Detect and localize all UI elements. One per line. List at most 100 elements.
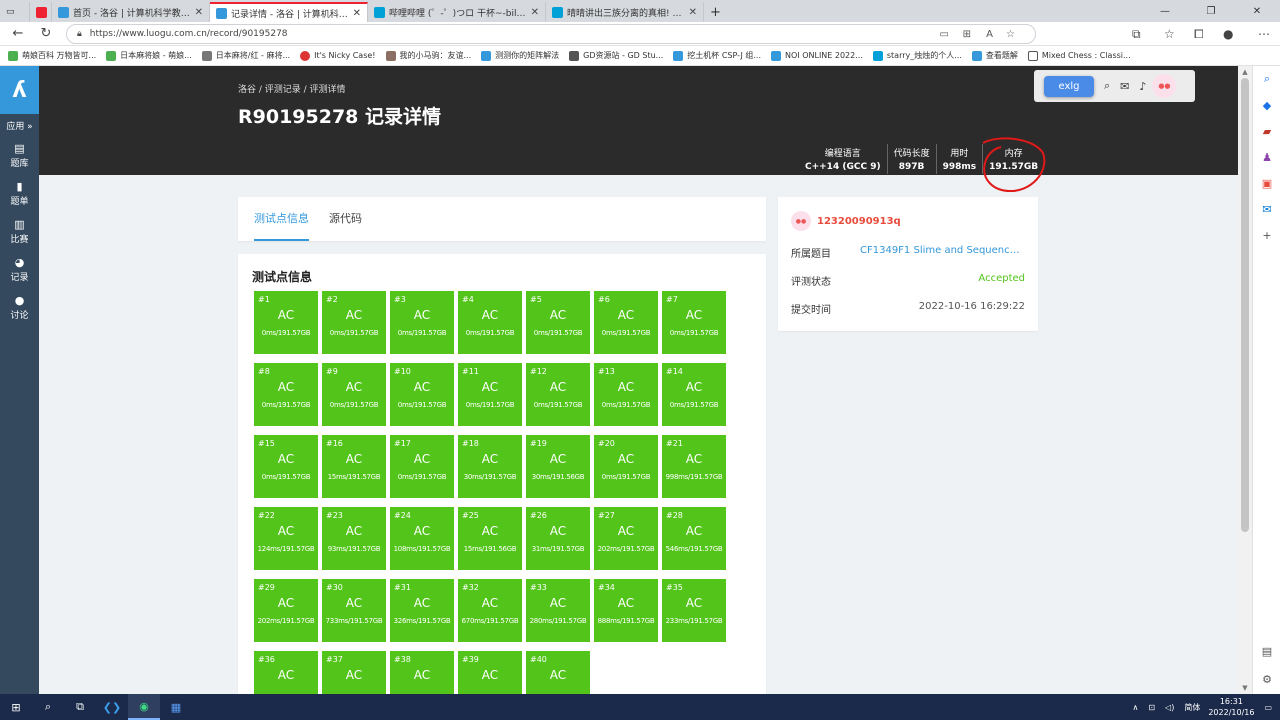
testcase-card[interactable]: #16 AC 15ms/191.57GB <box>322 435 386 498</box>
testcase-card[interactable]: #9 AC 0ms/191.57GB <box>322 363 386 426</box>
bookmark[interactable]: 测测你的矩阵解法 <box>481 50 559 61</box>
testcase-card[interactable]: #21 AC 998ms/191.57GB <box>662 435 726 498</box>
testcase-card[interactable]: #18 AC 30ms/191.57GB <box>458 435 522 498</box>
url-bar[interactable]: 🔒︎ https://www.luogu.com.cn/record/90195… <box>66 24 1036 44</box>
games-icon[interactable]: ♟ <box>1253 144 1280 170</box>
avatar[interactable]: ●● <box>1152 74 1177 98</box>
refresh-icon[interactable]: ↻ <box>32 26 60 41</box>
bookmark[interactable]: 日本麻将娘 - 萌娘... <box>106 50 192 61</box>
bookmark[interactable]: 日本麻将/红 - 麻将... <box>201 50 290 61</box>
testcase-card[interactable]: #6 AC 0ms/191.57GB <box>594 291 658 354</box>
testcase-card[interactable]: #26 AC 31ms/191.57GB <box>526 507 590 570</box>
testcase-card[interactable]: #4 AC 0ms/191.57GB <box>458 291 522 354</box>
bookmark[interactable]: GD资源站 - GD Stu... <box>569 50 663 61</box>
testcase-card[interactable]: #5 AC 0ms/191.57GB <box>526 291 590 354</box>
sidebar-toggle-icon[interactable]: ▤ <box>1253 638 1280 664</box>
sidebar-item-apps[interactable]: 应用 » <box>0 114 39 136</box>
browser-tab[interactable]: 哔哩哔哩 (゜-゜)つロ 干杯~-bilibili ✕ <box>368 2 546 22</box>
close-icon[interactable]: ✕ <box>531 7 539 18</box>
app-install-icon[interactable]: ▭ <box>940 29 949 40</box>
outlook-icon[interactable]: ✉ <box>1253 196 1280 222</box>
testcase-card[interactable]: #10 AC 0ms/191.57GB <box>390 363 454 426</box>
bookmark[interactable]: 萌娘百科 万物皆可... <box>8 50 96 61</box>
testcase-card[interactable]: #27 AC 202ms/191.57GB <box>594 507 658 570</box>
more-icon[interactable]: ⋯ <box>1258 22 1270 46</box>
testcase-card[interactable]: #32 AC 670ms/191.57GB <box>458 579 522 642</box>
testcase-card[interactable]: #20 AC 0ms/191.57GB <box>594 435 658 498</box>
favorite-icon[interactable]: ☆ <box>1006 29 1015 40</box>
minimize-icon[interactable]: — <box>1142 6 1188 17</box>
testcase-card[interactable]: #36 AC <box>254 651 318 694</box>
testcase-card[interactable]: #22 AC 124ms/191.57GB <box>254 507 318 570</box>
testcase-card[interactable]: #12 AC 0ms/191.57GB <box>526 363 590 426</box>
testcase-card[interactable]: #25 AC 15ms/191.56GB <box>458 507 522 570</box>
username-link[interactable]: 12320090913q <box>817 216 901 227</box>
testcase-card[interactable]: #30 AC 733ms/191.57GB <box>322 579 386 642</box>
add-icon[interactable]: + <box>1253 222 1280 248</box>
testcase-card[interactable]: #37 AC <box>322 651 386 694</box>
bookmark[interactable]: 查看题解 <box>971 50 1018 61</box>
close-icon[interactable]: ✕ <box>353 8 361 19</box>
scroll-down-icon[interactable]: ▼ <box>1238 684 1252 692</box>
bell-icon[interactable]: ♪ <box>1139 80 1146 93</box>
testcase-card[interactable]: #38 AC <box>390 651 454 694</box>
bookmark[interactable]: 我的小马驹：友谊... <box>385 50 471 61</box>
edge-icon[interactable]: ◉ <box>128 694 160 720</box>
bookmark[interactable]: starry_烛烛的个人... <box>872 50 962 61</box>
browser-tab[interactable]: 首页 - 洛谷 | 计算机科学教育新生态✕ <box>52 2 210 22</box>
read-aloud-icon[interactable]: A <box>986 29 993 40</box>
ime-indicator[interactable]: 简体 <box>1184 702 1200 713</box>
extensions-icon[interactable]: ⧉ <box>1132 22 1141 46</box>
testcase-card[interactable]: #34 AC 888ms/191.57GB <box>594 579 658 642</box>
close-icon[interactable]: ✕ <box>195 7 203 18</box>
exlg-button[interactable]: exlg <box>1044 75 1094 97</box>
problem-link[interactable]: CF1349F1 Slime and Sequence... <box>860 245 1025 260</box>
testcase-card[interactable]: #17 AC 0ms/191.57GB <box>390 435 454 498</box>
settings-icon[interactable]: ⚙ <box>1253 666 1280 692</box>
office-icon[interactable]: ▣ <box>1253 170 1280 196</box>
avatar[interactable]: ●● <box>791 211 811 231</box>
bookmark[interactable]: 挖土机杯 CSP-J 组... <box>673 50 761 61</box>
tray-chevron-icon[interactable]: ∧ <box>1132 703 1138 712</box>
sidebar-item-training[interactable]: ▮ 题单 <box>0 174 39 212</box>
bookmark[interactable]: NOI ONLINE 2022... <box>771 50 863 61</box>
testcase-card[interactable]: #13 AC 0ms/191.57GB <box>594 363 658 426</box>
mail-icon[interactable]: ✉ <box>1120 80 1129 93</box>
sidebar-item-problems[interactable]: ▤ 题库 <box>0 136 39 174</box>
vscode-icon[interactable]: ❮❯ <box>96 694 128 720</box>
testcase-card[interactable]: #2 AC 0ms/191.57GB <box>322 291 386 354</box>
network-icon[interactable]: ⊡ <box>1148 703 1155 712</box>
testcase-card[interactable]: #15 AC 0ms/191.57GB <box>254 435 318 498</box>
sidebar-item-records[interactable]: ◕ 记录 <box>0 250 39 288</box>
search-icon[interactable]: ⌕ <box>1253 66 1280 92</box>
testcase-card[interactable]: #35 AC 233ms/191.57GB <box>662 579 726 642</box>
profile-icon[interactable]: ● <box>1223 22 1233 46</box>
breadcrumb[interactable]: 洛谷 / 评测记录 / 评测详情 <box>238 82 346 95</box>
testcase-card[interactable]: #14 AC 0ms/191.57GB <box>662 363 726 426</box>
tab-actions-icon[interactable]: ▭ <box>0 2 30 22</box>
search-icon[interactable]: ⌕ <box>1104 79 1110 93</box>
testcase-card[interactable]: #24 AC 108ms/191.57GB <box>390 507 454 570</box>
pinned-tab-icon[interactable] <box>30 2 52 22</box>
testcase-card[interactable]: #7 AC 0ms/191.57GB <box>662 291 726 354</box>
collections-icon[interactable]: ⧠ <box>1194 22 1204 46</box>
notification-icon[interactable]: ▭ <box>1264 703 1272 712</box>
new-tab-button[interactable]: + <box>704 2 730 22</box>
testcase-card[interactable]: #3 AC 0ms/191.57GB <box>390 291 454 354</box>
testcase-card[interactable]: #19 AC 30ms/191.56GB <box>526 435 590 498</box>
testcase-card[interactable]: #33 AC 280ms/191.57GB <box>526 579 590 642</box>
page-scrollbar[interactable]: ▲ ▼ <box>1238 66 1252 694</box>
sidebar-item-contests[interactable]: ▥ 比赛 <box>0 212 39 250</box>
close-window-icon[interactable]: ✕ <box>1234 6 1280 17</box>
sidebar-item-discuss[interactable]: ● 讨论 <box>0 288 39 326</box>
testcase-card[interactable]: #11 AC 0ms/191.57GB <box>458 363 522 426</box>
browser-tab[interactable]: 晴晴讲出三族分离的真相! 新的 ✕ <box>546 2 704 22</box>
toolbox-icon[interactable]: ▰ <box>1253 118 1280 144</box>
windows-start-icon[interactable]: ⊞ <box>0 694 32 720</box>
bookmark[interactable]: Mixed Chess : Classi... <box>1027 50 1131 61</box>
tab-source-code[interactable]: 源代码 <box>329 197 362 241</box>
testcase-card[interactable]: #8 AC 0ms/191.57GB <box>254 363 318 426</box>
testcase-card[interactable]: #40 AC <box>526 651 590 694</box>
task-view-icon[interactable]: ⧉ <box>64 694 96 720</box>
back-icon[interactable]: ← <box>4 26 32 41</box>
